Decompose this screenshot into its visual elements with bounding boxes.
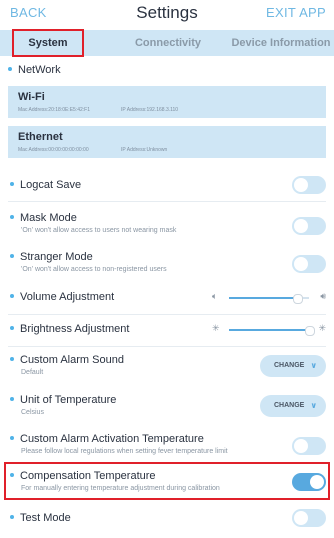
- volume-low-icon: 🔈︎: [212, 291, 218, 301]
- exit-app-button[interactable]: EXIT APP: [266, 5, 326, 20]
- bullet-icon: [10, 182, 14, 187]
- mask-mode-row: Mask Mode 'On' won't allow access to use…: [0, 207, 334, 243]
- stranger-mode-toggle[interactable]: [292, 255, 326, 273]
- alarm-temperature-text: Custom Alarm Activation Temperature: [20, 433, 204, 445]
- stranger-mode-description: 'On' won't allow access to non-registere…: [21, 266, 167, 273]
- wifi-ip: IP Address:192.168.3.110: [121, 107, 179, 113]
- alarm-sound-label: Custom Alarm Sound: [10, 354, 124, 366]
- mask-mode-label: Mask Mode: [10, 212, 77, 224]
- bullet-icon: [10, 254, 14, 259]
- alarm-sound-text: Custom Alarm Sound: [20, 354, 124, 366]
- test-mode-label: Test Mode: [10, 512, 71, 524]
- change-label: CHANGE: [274, 402, 305, 409]
- alarm-sound-row: Custom Alarm Sound Default CHANGE ∨: [0, 350, 334, 384]
- tab-device-information[interactable]: Device Information: [228, 30, 334, 56]
- ethernet-title: Ethernet: [18, 131, 63, 143]
- change-label: CHANGE: [274, 362, 305, 369]
- ethernet-card[interactable]: Ethernet Mac Address:00:00:00:00:00:00 I…: [8, 126, 326, 158]
- alarm-sound-change-button[interactable]: CHANGE ∨: [260, 355, 326, 377]
- volume-text: Volume Adjustment: [20, 291, 115, 303]
- brightness-text: Brightness Adjustment: [20, 323, 130, 335]
- volume-fill: [229, 297, 297, 299]
- tab-bar: System Connectivity Device Information: [0, 29, 334, 57]
- volume-slider[interactable]: 🔈︎ 🔊︎: [212, 291, 326, 305]
- volume-thumb[interactable]: [293, 294, 303, 304]
- brightness-slider[interactable]: ✳ ✳: [212, 323, 326, 337]
- divider: [8, 314, 326, 315]
- test-mode-text: Test Mode: [20, 512, 71, 524]
- logcat-save-toggle[interactable]: [292, 176, 326, 194]
- bullet-icon: [10, 215, 14, 220]
- stranger-mode-text: Stranger Mode: [20, 251, 93, 263]
- chevron-down-icon: ∨: [310, 361, 318, 370]
- alarm-temperature-label: Custom Alarm Activation Temperature: [10, 433, 204, 445]
- network-section-label: NetWork: [8, 64, 61, 76]
- highlight-box: [4, 462, 330, 500]
- divider: [8, 346, 326, 347]
- wifi-mac: Mac Address:20:18:0E:E5:42:F1: [18, 107, 90, 113]
- tab-connectivity[interactable]: Connectivity: [120, 30, 216, 56]
- alarm-temperature-description: Please follow local regulations when set…: [21, 448, 228, 455]
- temperature-unit-text: Unit of Temperature: [20, 394, 117, 406]
- alarm-temperature-row: Custom Alarm Activation Temperature Plea…: [0, 428, 334, 462]
- temperature-unit-label: Unit of Temperature: [10, 394, 116, 406]
- bullet-icon: [10, 515, 14, 520]
- wifi-card[interactable]: Wi-Fi Mac Address:20:18:0E:E5:42:F1 IP A…: [8, 86, 326, 118]
- wifi-title: Wi-Fi: [18, 91, 45, 103]
- volume-label: Volume Adjustment: [10, 291, 114, 303]
- volume-track: [229, 294, 309, 304]
- bullet-icon: [10, 357, 14, 362]
- mask-mode-description: 'On' won't allow access to users not wea…: [21, 227, 177, 234]
- toggle-knob: [294, 439, 308, 453]
- logcat-save-label: Logcat Save: [10, 179, 81, 191]
- mask-mode-text: Mask Mode: [20, 212, 77, 224]
- brightness-track: [229, 326, 315, 336]
- mask-mode-toggle[interactable]: [292, 217, 326, 235]
- alarm-sound-value: Default: [21, 369, 44, 376]
- bullet-icon: [10, 294, 14, 299]
- network-section-text: NetWork: [18, 64, 61, 76]
- brightness-low-icon: ✳: [212, 323, 220, 333]
- test-mode-row: Test Mode: [0, 506, 334, 532]
- header: BACK Settings EXIT APP: [0, 0, 334, 30]
- toggle-knob: [294, 257, 308, 271]
- volume-high-icon: 🔊︎: [320, 291, 326, 301]
- brightness-high-icon: ✳: [318, 323, 326, 333]
- stranger-mode-row: Stranger Mode 'On' won't allow access to…: [0, 246, 334, 282]
- bullet-icon: [10, 436, 14, 441]
- brightness-label: Brightness Adjustment: [10, 323, 129, 335]
- ethernet-mac: Mac Address:00:00:00:00:00:00: [18, 147, 89, 153]
- temperature-unit-row: Unit of Temperature Celsius CHANGE ∨: [0, 390, 334, 424]
- alarm-temperature-toggle[interactable]: [292, 437, 326, 455]
- bullet-icon: [8, 67, 12, 72]
- brightness-fill: [229, 329, 309, 331]
- logcat-save-row: Logcat Save: [0, 170, 334, 202]
- bullet-icon: [10, 397, 14, 402]
- chevron-down-icon: ∨: [310, 401, 318, 410]
- divider: [8, 201, 326, 202]
- logcat-save-text: Logcat Save: [20, 179, 82, 191]
- temperature-unit-change-button[interactable]: CHANGE ∨: [260, 395, 326, 417]
- tab-system[interactable]: System: [12, 29, 84, 57]
- test-mode-toggle[interactable]: [292, 509, 326, 527]
- ethernet-ip: IP Address:Unknown: [121, 147, 168, 153]
- bullet-icon: [10, 326, 14, 331]
- toggle-knob: [294, 511, 308, 525]
- temperature-unit-value: Celsius: [21, 409, 44, 416]
- toggle-knob: [294, 219, 308, 233]
- brightness-row: Brightness Adjustment ✳ ✳: [0, 318, 334, 347]
- stranger-mode-label: Stranger Mode: [10, 251, 93, 263]
- brightness-thumb[interactable]: [305, 326, 315, 336]
- volume-row: Volume Adjustment 🔈︎ 🔊︎: [0, 286, 334, 315]
- toggle-knob: [294, 178, 308, 192]
